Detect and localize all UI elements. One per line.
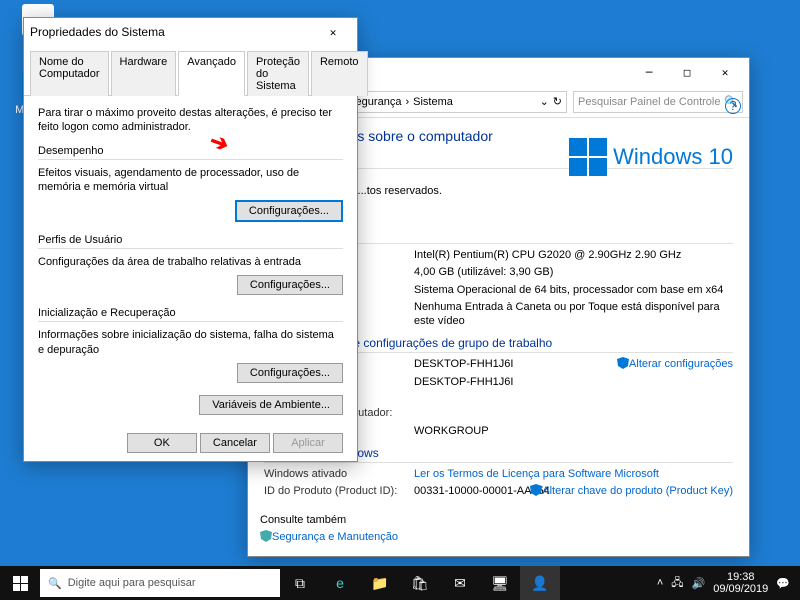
apply-button[interactable]: Aplicar xyxy=(273,433,343,453)
env-vars-button[interactable]: Variáveis de Ambiente... xyxy=(199,395,343,415)
app-icon[interactable]: 🖥 xyxy=(480,566,520,600)
ok-button[interactable]: OK xyxy=(127,433,197,453)
network-icon[interactable]: 🖧 xyxy=(671,574,683,593)
shield-icon xyxy=(617,357,629,369)
cancel-button[interactable]: Cancelar xyxy=(200,433,270,453)
tab-proteção-do-sistema[interactable]: Proteção do Sistema xyxy=(247,51,309,96)
taskbar-search[interactable]: 🔍Digite aqui para pesquisar xyxy=(40,569,280,597)
notifications-icon[interactable]: 💬 xyxy=(776,577,790,590)
settings-button[interactable]: Configurações... xyxy=(237,363,343,383)
dialog-title: Propriedades do Sistema xyxy=(30,25,315,39)
search-icon: 🔍 xyxy=(48,577,62,590)
tab-remoto[interactable]: Remoto xyxy=(311,51,368,96)
taskbar: 🔍Digite aqui para pesquisar ⧉ e 📁 🛍 ✉ 🖥 … xyxy=(0,566,800,600)
shield-icon xyxy=(260,530,272,542)
shield-icon xyxy=(530,484,542,496)
change-settings-link[interactable]: Alterar configurações xyxy=(617,357,733,370)
system-properties-dialog: Propriedades do Sistema ✕ Nome do Comput… xyxy=(23,17,358,462)
settings-button[interactable]: Configurações... xyxy=(235,200,343,222)
mail-icon[interactable]: ✉ xyxy=(440,566,480,600)
task-view-button[interactable]: ⧉ xyxy=(280,566,320,600)
search-input[interactable]: Pesquisar Painel de Controle🔍 xyxy=(573,91,743,113)
maximize-button[interactable]: □ xyxy=(669,61,705,83)
tab-hardware[interactable]: Hardware xyxy=(111,51,177,96)
dialog-tabs: Nome do ComputadorHardwareAvançadoProteç… xyxy=(24,46,357,96)
system-tray[interactable]: ˄ 🖧 🔊 19:3809/09/2019 💬 xyxy=(647,571,800,595)
change-product-key-link[interactable]: Alterar chave do produto (Product Key) xyxy=(530,484,733,498)
admin-note: Para tirar o máximo proveito destas alte… xyxy=(38,106,343,135)
store-icon[interactable]: 🛍 xyxy=(400,566,440,600)
app-icon-active[interactable]: 👤 xyxy=(520,566,560,600)
clock[interactable]: 19:3809/09/2019 xyxy=(713,571,768,595)
help-icon[interactable]: ? xyxy=(725,98,741,114)
security-maintenance-link[interactable]: Segurança e Manutenção xyxy=(260,530,398,543)
edge-icon[interactable]: e xyxy=(320,566,360,600)
explorer-icon[interactable]: 📁 xyxy=(360,566,400,600)
close-button[interactable]: ✕ xyxy=(315,21,351,43)
volume-icon[interactable]: 🔊 xyxy=(692,577,706,590)
tray-chevron-icon[interactable]: ˄ xyxy=(657,577,663,589)
close-button[interactable]: ✕ xyxy=(707,61,743,83)
settings-button[interactable]: Configurações... xyxy=(237,275,343,295)
license-terms-link[interactable]: Ler os Termos de Licença para Software M… xyxy=(414,467,733,481)
tab-avançado[interactable]: Avançado xyxy=(178,51,245,96)
windows-logo: Windows 10 xyxy=(569,138,733,176)
start-button[interactable] xyxy=(0,566,40,600)
see-also: Consulte também Segurança e Manutenção xyxy=(260,510,398,547)
tab-nome-do-computador[interactable]: Nome do Computador xyxy=(30,51,109,96)
minimize-button[interactable]: ─ xyxy=(631,61,667,83)
